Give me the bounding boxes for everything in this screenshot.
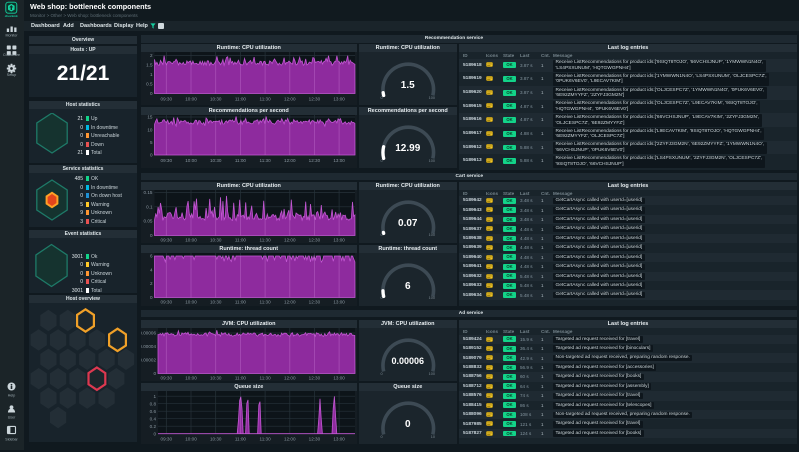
svg-text:12:00: 12:00 bbox=[284, 237, 296, 242]
svg-text:10:00: 10:00 bbox=[185, 299, 197, 304]
svg-text:10:00: 10:00 bbox=[185, 158, 197, 163]
svg-text:09:30: 09:30 bbox=[161, 158, 173, 163]
svg-text:12:30: 12:30 bbox=[309, 237, 321, 242]
svg-text:0.00006: 0.00006 bbox=[141, 331, 156, 336]
svg-text:0.6: 0.6 bbox=[150, 409, 157, 414]
svg-text:5: 5 bbox=[150, 140, 153, 145]
svg-text:0: 0 bbox=[153, 371, 156, 376]
svg-text:2: 2 bbox=[150, 53, 153, 58]
svg-text:12:30: 12:30 bbox=[309, 97, 321, 102]
svg-text:Customize: Customize bbox=[3, 53, 20, 57]
svg-text:11:30: 11:30 bbox=[260, 299, 272, 304]
svg-text:Sidebar: Sidebar bbox=[5, 438, 18, 442]
svg-text:0: 0 bbox=[150, 233, 153, 238]
svg-text:0.05: 0.05 bbox=[144, 218, 153, 223]
svg-text:09:30: 09:30 bbox=[161, 237, 173, 242]
svg-text:10:30: 10:30 bbox=[210, 97, 222, 102]
svg-text:11:00: 11:00 bbox=[235, 376, 247, 381]
svg-text:User: User bbox=[8, 416, 16, 420]
svg-text:10:30: 10:30 bbox=[210, 376, 222, 381]
svg-text:0.8: 0.8 bbox=[150, 401, 157, 406]
svg-text:10:30: 10:30 bbox=[210, 299, 222, 304]
svg-text:10:00: 10:00 bbox=[185, 437, 197, 442]
svg-text:2: 2 bbox=[150, 281, 153, 286]
svg-text:09:30: 09:30 bbox=[161, 299, 173, 304]
svg-text:0: 0 bbox=[150, 91, 153, 96]
svg-text:09:30: 09:30 bbox=[161, 437, 173, 442]
svg-text:13:00: 13:00 bbox=[333, 299, 345, 304]
svg-text:checkmk: checkmk bbox=[5, 14, 18, 18]
svg-text:13:00: 13:00 bbox=[333, 97, 345, 102]
svg-text:1: 1 bbox=[153, 394, 156, 399]
svg-text:12:00: 12:00 bbox=[284, 299, 296, 304]
svg-text:11:00: 11:00 bbox=[235, 97, 247, 102]
svg-text:11:30: 11:30 bbox=[260, 237, 272, 242]
svg-text:0.15: 0.15 bbox=[144, 190, 153, 195]
svg-text:11:30: 11:30 bbox=[260, 158, 272, 163]
svg-text:13:00: 13:00 bbox=[333, 237, 345, 242]
svg-text:11:30: 11:30 bbox=[260, 97, 272, 102]
svg-text:0: 0 bbox=[150, 295, 153, 300]
svg-text:12:30: 12:30 bbox=[309, 158, 321, 163]
svg-text:12:30: 12:30 bbox=[309, 437, 321, 442]
svg-text:11:00: 11:00 bbox=[235, 437, 247, 442]
svg-text:0.4: 0.4 bbox=[150, 416, 157, 421]
svg-text:10:30: 10:30 bbox=[210, 437, 222, 442]
svg-text:15: 15 bbox=[147, 115, 153, 120]
svg-text:4: 4 bbox=[150, 267, 153, 272]
svg-text:10: 10 bbox=[147, 127, 153, 132]
svg-text:1.5: 1.5 bbox=[146, 63, 153, 68]
svg-text:10:00: 10:00 bbox=[185, 376, 197, 381]
svg-text:11:00: 11:00 bbox=[235, 158, 247, 163]
svg-text:6: 6 bbox=[150, 253, 153, 258]
svg-text:Help: Help bbox=[8, 394, 15, 398]
svg-text:12:00: 12:00 bbox=[284, 437, 296, 442]
svg-text:10:30: 10:30 bbox=[210, 158, 222, 163]
svg-text:0.1: 0.1 bbox=[146, 204, 153, 209]
svg-text:1: 1 bbox=[150, 72, 153, 77]
svg-text:0.00004: 0.00004 bbox=[141, 344, 156, 349]
svg-text:0.2: 0.2 bbox=[150, 424, 157, 429]
svg-text:0: 0 bbox=[150, 153, 153, 158]
svg-text:13:00: 13:00 bbox=[333, 158, 345, 163]
svg-text:10:00: 10:00 bbox=[185, 237, 197, 242]
svg-text:0: 0 bbox=[153, 431, 156, 436]
svg-text:12:00: 12:00 bbox=[284, 376, 296, 381]
svg-text:10:00: 10:00 bbox=[185, 97, 197, 102]
svg-text:Setup: Setup bbox=[7, 73, 16, 77]
svg-text:11:30: 11:30 bbox=[260, 437, 272, 442]
svg-text:0.00002: 0.00002 bbox=[141, 358, 156, 363]
svg-text:12:30: 12:30 bbox=[309, 299, 321, 304]
svg-text:11:00: 11:00 bbox=[235, 299, 247, 304]
svg-text:12:00: 12:00 bbox=[284, 158, 296, 163]
svg-text:11:00: 11:00 bbox=[235, 237, 247, 242]
svg-text:12:30: 12:30 bbox=[309, 376, 321, 381]
svg-text:10:30: 10:30 bbox=[210, 237, 222, 242]
svg-text:Monitor: Monitor bbox=[6, 33, 19, 37]
svg-text:12:00: 12:00 bbox=[284, 97, 296, 102]
svg-text:0.5: 0.5 bbox=[146, 82, 153, 87]
svg-text:13:00: 13:00 bbox=[333, 437, 345, 442]
svg-text:09:30: 09:30 bbox=[161, 376, 173, 381]
svg-text:13:00: 13:00 bbox=[333, 376, 345, 381]
svg-text:09:30: 09:30 bbox=[161, 97, 173, 102]
svg-text:11:30: 11:30 bbox=[260, 376, 272, 381]
